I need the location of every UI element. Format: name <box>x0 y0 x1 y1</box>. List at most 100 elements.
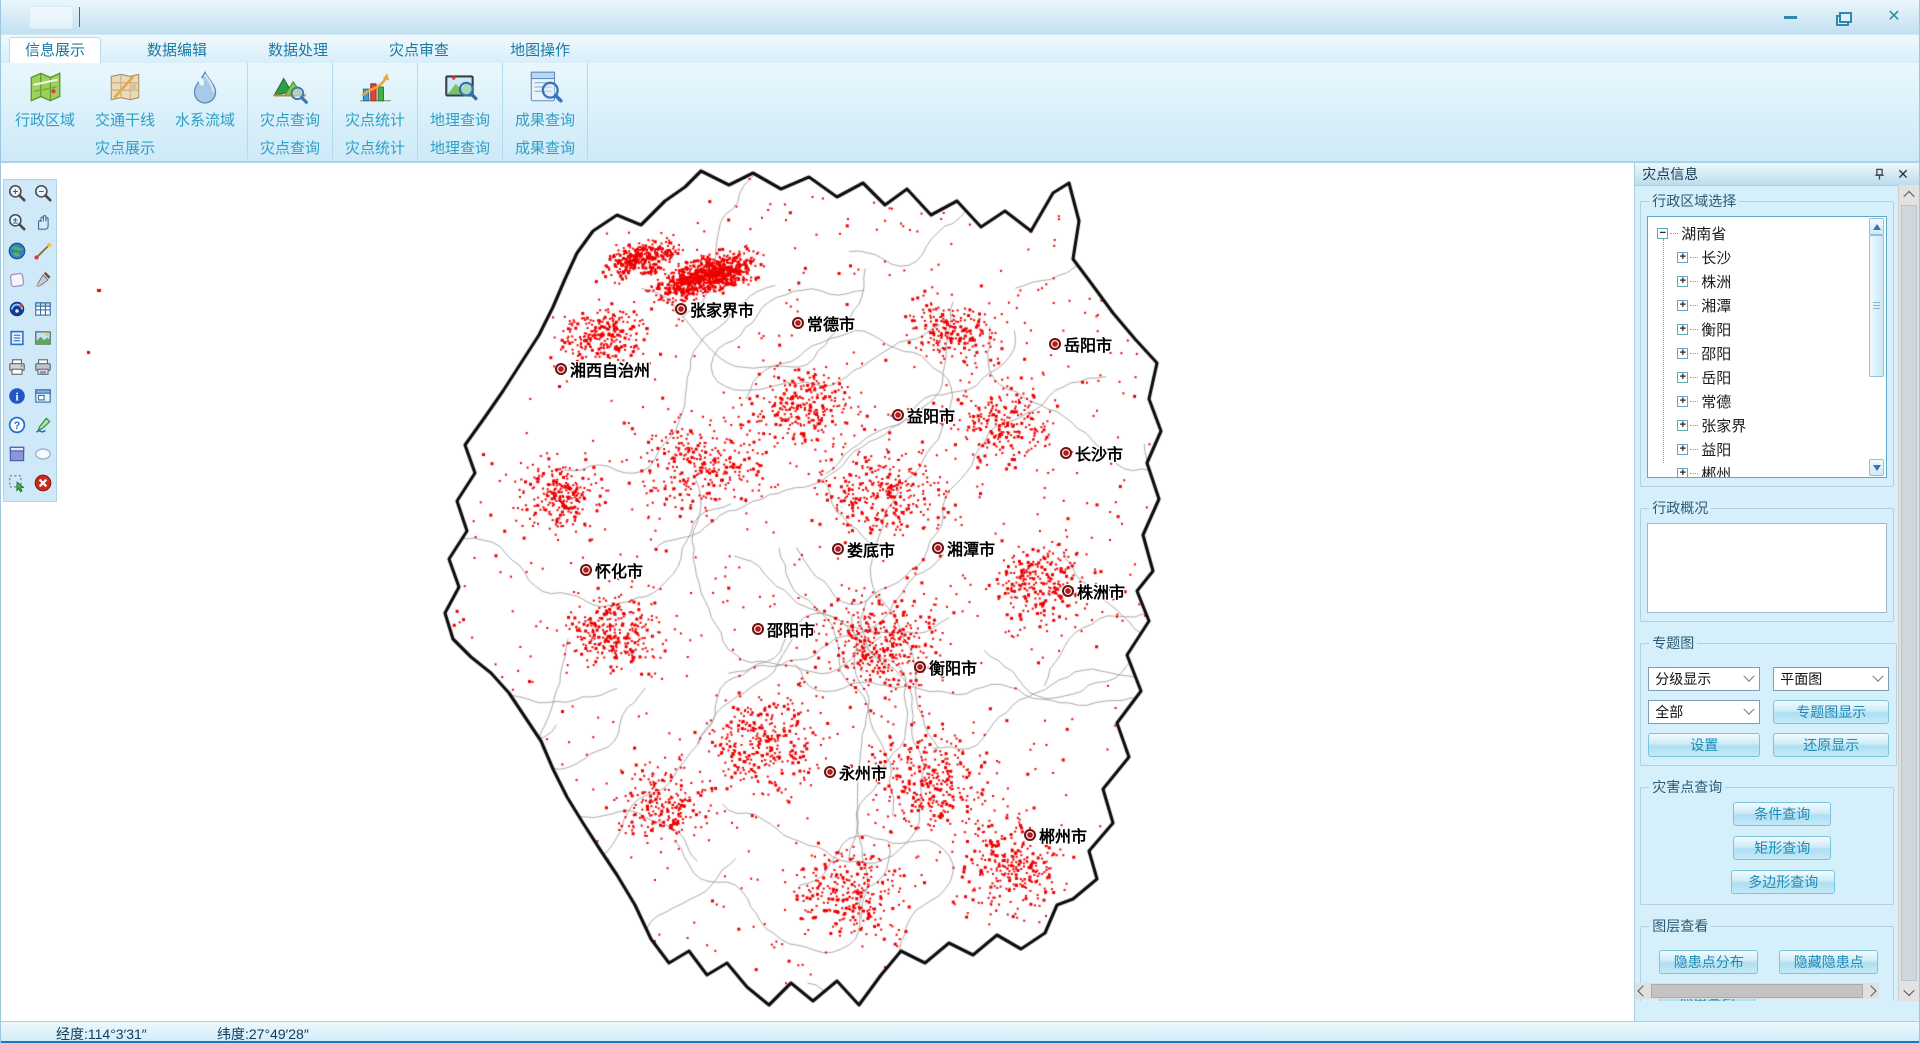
polygon-query-button[interactable]: 多边形查询 <box>1731 870 1835 894</box>
tool-zoom-in-button[interactable]: + <box>5 184 28 207</box>
tree-node-label: 岳阳 <box>1701 367 1731 388</box>
collapse-icon[interactable]: − <box>1657 228 1668 239</box>
show-thematic-button[interactable]: 专题图显示 <box>1773 700 1889 724</box>
tree-node[interactable]: +长沙 <box>1677 245 1864 269</box>
tree-scrollbar[interactable] <box>1868 218 1885 476</box>
tool-clear-shape-button[interactable] <box>5 271 28 294</box>
expand-icon[interactable]: + <box>1677 372 1688 383</box>
tree-node[interactable]: +郴州 <box>1677 461 1864 478</box>
tool-print-button[interactable] <box>5 358 28 381</box>
tool-close-button[interactable] <box>31 474 54 497</box>
tree-node[interactable]: +张家界 <box>1677 413 1864 437</box>
panel-horizontal-scrollbar[interactable] <box>1635 983 1879 999</box>
scroll-up-button[interactable] <box>1899 186 1919 203</box>
tool-help-button[interactable]: ? <box>5 416 28 439</box>
scroll-down-button[interactable] <box>1869 459 1884 476</box>
tool-legend-button[interactable] <box>5 329 28 352</box>
expand-icon[interactable]: + <box>1677 420 1688 431</box>
arrow-right-icon <box>1865 985 1876 996</box>
tab-info-display[interactable]: 信息展示 <box>9 37 101 63</box>
ribbon-button-disaster-query[interactable]: 灾点查询 <box>250 66 330 130</box>
map-canvas[interactable] <box>1 163 1634 1021</box>
svg-text:−: − <box>38 187 44 198</box>
map-type-combobox[interactable]: 平面图 <box>1773 667 1889 691</box>
ribbon-button-water-system[interactable]: 水系流域 <box>165 66 245 130</box>
ribbon-button-label: 灾点查询 <box>260 109 320 130</box>
tool-window-button[interactable] <box>5 445 28 468</box>
expand-icon[interactable]: + <box>1677 348 1688 359</box>
rectangle-query-button[interactable]: 矩形查询 <box>1733 836 1831 860</box>
tree-node[interactable]: +衡阳 <box>1677 317 1864 341</box>
tree-node-root[interactable]: −湖南省 <box>1657 221 1864 245</box>
tab-map-operation[interactable]: 地图操作 <box>495 38 585 63</box>
tool-print-color-button[interactable] <box>31 358 54 381</box>
ribbon-group-label: 成果查询 <box>505 138 585 161</box>
panel-close-icon[interactable]: ✕ <box>1894 166 1912 182</box>
arrow-left-icon <box>1638 985 1649 996</box>
tree-node[interactable]: +邵阳 <box>1677 341 1864 365</box>
info-icon: i <box>7 386 27 411</box>
ribbon-button-admin-region[interactable]: 行政区域 <box>5 66 85 130</box>
ribbon-button-traffic-lines[interactable]: 交通干线 <box>85 66 165 130</box>
tab-data-process[interactable]: 数据处理 <box>253 38 343 63</box>
tree-node[interactable]: +益阳 <box>1677 437 1864 461</box>
tree-node[interactable]: +常德 <box>1677 389 1864 413</box>
expand-icon[interactable]: + <box>1677 276 1688 287</box>
tool-brush-button[interactable] <box>31 271 54 294</box>
tool-select-button[interactable] <box>5 474 28 497</box>
minimize-button[interactable] <box>1779 8 1801 26</box>
tree-node[interactable]: + 岳阳 <box>1677 365 1864 389</box>
expand-icon[interactable]: + <box>1677 324 1688 335</box>
map-view[interactable]: 张家界市常德市岳阳市湘西自治州益阳市长沙市娄底市湘潭市株洲市怀化市邵阳市衡阳市永… <box>1 163 1634 1021</box>
pin-icon[interactable] <box>1870 166 1888 182</box>
tool-ellipse-button[interactable] <box>31 445 54 468</box>
h-scrollbar-thumb[interactable] <box>1651 984 1863 998</box>
tab-bar: 信息展示 数据编辑 数据处理 灾点审查 地图操作 <box>1 35 1919 63</box>
tool-sketch-button[interactable] <box>31 416 54 439</box>
tree-node[interactable]: +湘潭 <box>1677 293 1864 317</box>
expand-icon[interactable]: + <box>1677 396 1688 407</box>
tool-eagle-eye-button[interactable] <box>5 300 28 323</box>
restore-display-button[interactable]: 还原显示 <box>1773 733 1889 757</box>
hide-hazard-button[interactable]: 隐藏隐患点 <box>1779 950 1878 974</box>
disaster-point-query-label: 灾害点查询 <box>1649 777 1725 797</box>
scrollbar-thumb[interactable] <box>1869 235 1884 377</box>
quick-access-toolbar[interactable] <box>29 6 73 29</box>
category-combobox[interactable]: 全部 <box>1648 700 1760 724</box>
tree-node[interactable]: +株洲 <box>1677 269 1864 293</box>
overview-textbox[interactable] <box>1647 523 1887 613</box>
scroll-right-button[interactable] <box>1865 985 1877 997</box>
ribbon-button-disaster-stats[interactable]: 灾点统计 <box>335 66 415 130</box>
v-scrollbar-thumb[interactable] <box>1901 205 1917 981</box>
region-tree[interactable]: −湖南省+长沙+株洲+湘潭+衡阳+邵阳+岳阳+常德+张家界+益阳+郴州 <box>1647 216 1887 478</box>
tool-info-button[interactable]: i <box>5 387 28 410</box>
tool-map-image-button[interactable] <box>31 329 54 352</box>
settings-button[interactable]: 设置 <box>1648 733 1760 757</box>
restore-button[interactable] <box>1831 8 1853 26</box>
expand-icon[interactable]: + <box>1677 444 1688 455</box>
scroll-down-button[interactable] <box>1899 983 1919 1000</box>
tool-measure-line-button[interactable] <box>31 242 54 265</box>
ribbon-button-geo-query[interactable]: 地理查询 <box>420 66 500 130</box>
display-mode-combobox[interactable]: 分级显示 <box>1648 667 1760 691</box>
tab-disaster-review[interactable]: 灾点审查 <box>374 38 464 63</box>
tab-data-edit[interactable]: 数据编辑 <box>132 38 222 63</box>
tool-zoom-out-button[interactable]: − <box>31 184 54 207</box>
condition-query-button[interactable]: 条件查询 <box>1733 802 1831 826</box>
tool-zoom-extent-button[interactable]: ± <box>5 213 28 236</box>
panel-vertical-scrollbar[interactable] <box>1898 185 1919 1001</box>
scroll-left-button[interactable] <box>1637 985 1649 997</box>
expand-icon[interactable]: + <box>1677 300 1688 311</box>
tool-globe-button[interactable] <box>5 242 28 265</box>
close-button[interactable]: ✕ <box>1883 8 1905 26</box>
close-icon: ✕ <box>1887 9 1900 25</box>
tool-pan-button[interactable] <box>31 213 54 236</box>
expand-icon[interactable]: + <box>1677 468 1688 479</box>
tool-overview-window-button[interactable] <box>31 387 54 410</box>
hazard-distribution-button[interactable]: 隐患点分布 <box>1659 950 1758 974</box>
tool-attribute-table-button[interactable] <box>31 300 54 323</box>
chart-stats-icon <box>356 68 394 106</box>
ribbon-button-result-query[interactable]: 成果查询 <box>505 66 585 130</box>
expand-icon[interactable]: + <box>1677 252 1688 263</box>
scroll-up-button[interactable] <box>1869 218 1884 235</box>
